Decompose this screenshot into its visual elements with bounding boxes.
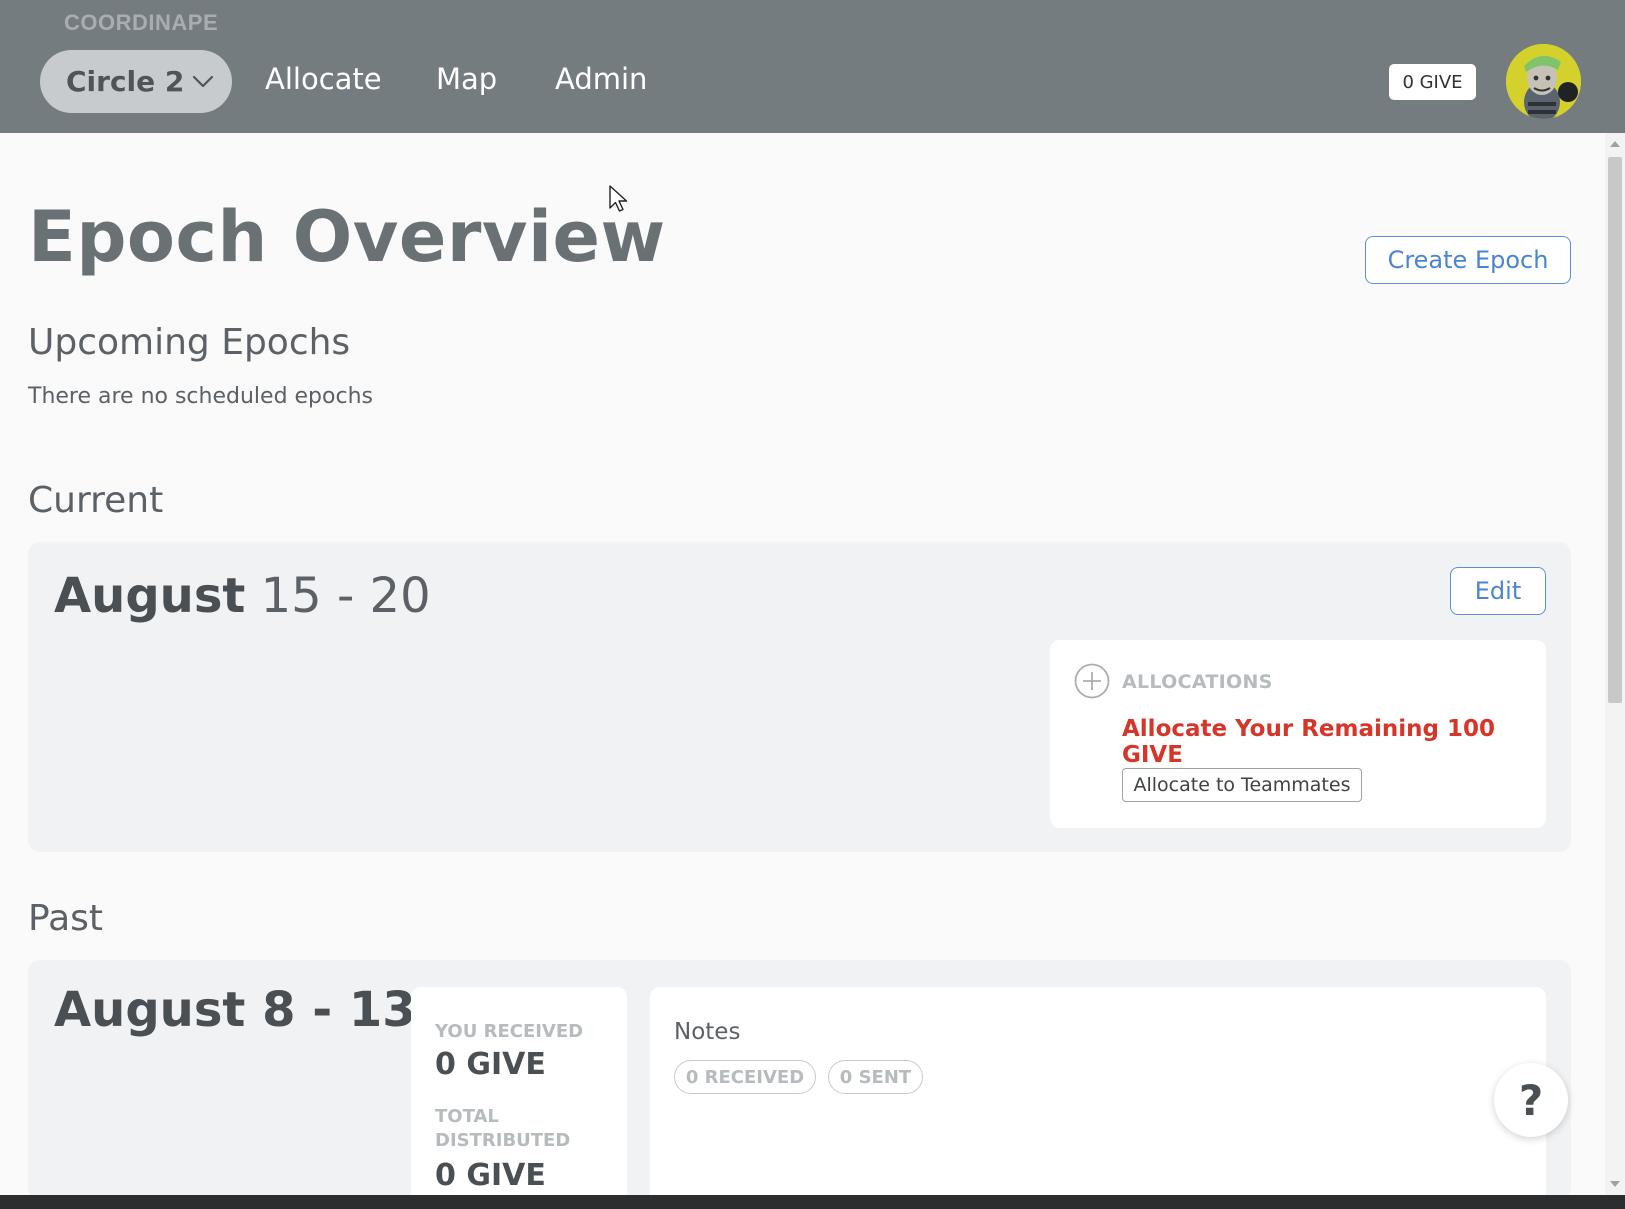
you-received-label: YOU RECEIVED [435, 1021, 584, 1042]
allocations-panel: ALLOCATIONS Allocate Your Remaining 100 … [1050, 640, 1546, 828]
taskbar-strip [0, 1195, 1625, 1209]
epoch-stats-panel: YOU RECEIVED 0 GIVE TOTAL DISTRIBUTED 0 … [411, 987, 627, 1200]
circle-selector[interactable]: Circle 2 [40, 50, 232, 113]
received-notes-pill[interactable]: 0 RECEIVED [674, 1060, 816, 1094]
chevron-down-icon [193, 75, 214, 87]
past-heading: Past [28, 898, 104, 939]
no-epochs-message: There are no scheduled epochs [28, 384, 373, 409]
current-epoch-card: August 15 - 20 Edit ALLOCATIONS Allocate… [28, 542, 1571, 852]
current-epoch-date: August 15 - 20 [54, 568, 431, 624]
avatar-image [1506, 44, 1581, 119]
sent-notes-pill[interactable]: 0 SENT [828, 1060, 923, 1094]
create-epoch-button[interactable]: Create Epoch [1365, 236, 1571, 284]
total-distributed-label-line2: DISTRIBUTED [435, 1130, 571, 1151]
current-epoch-month: August [54, 568, 246, 624]
page-title: Epoch Overview [28, 196, 666, 278]
top-nav-bar: COORDINAPE Circle 2 Allocate Map Admin 0… [0, 0, 1625, 133]
current-epoch-range: 15 - 20 [260, 568, 431, 624]
total-distributed-label-line1: TOTAL [435, 1106, 499, 1127]
past-epoch-range: 8 - 13 [262, 982, 416, 1038]
brand-logo[interactable]: COORDINAPE [64, 10, 218, 36]
upcoming-epochs-heading: Upcoming Epochs [28, 322, 351, 363]
scrollbar-thumb[interactable] [1608, 157, 1622, 703]
past-epoch-date: August 8 - 13 [54, 982, 416, 1038]
scroll-down-arrow-icon[interactable] [1609, 1179, 1621, 1189]
edit-epoch-button[interactable]: Edit [1450, 567, 1546, 615]
past-epoch-month: August [54, 982, 246, 1038]
notes-title: Notes [674, 1019, 741, 1045]
allocations-remaining-text: Allocate Your Remaining 100 GIVE [1122, 716, 1495, 768]
help-button[interactable]: ? [1494, 1063, 1568, 1137]
nav-map[interactable]: Map [436, 62, 497, 96]
plus-circle-icon [1074, 663, 1110, 699]
circle-selector-label: Circle 2 [66, 65, 185, 98]
nav-allocate[interactable]: Allocate [265, 62, 382, 96]
give-balance-badge[interactable]: 0 GIVE [1389, 64, 1476, 100]
notes-panel: Notes 0 RECEIVED 0 SENT [650, 987, 1546, 1200]
scroll-up-arrow-icon[interactable] [1609, 139, 1621, 149]
allocations-label: ALLOCATIONS [1122, 671, 1273, 693]
total-distributed-value: 0 GIVE [435, 1158, 546, 1193]
nav-admin[interactable]: Admin [555, 62, 647, 96]
current-heading: Current [28, 480, 164, 521]
you-received-value: 0 GIVE [435, 1047, 546, 1082]
allocate-to-teammates-button[interactable]: Allocate to Teammates [1122, 768, 1362, 802]
avatar[interactable] [1506, 44, 1581, 119]
mouse-cursor-icon [609, 185, 628, 212]
vertical-scrollbar[interactable] [1605, 133, 1625, 1195]
past-epoch-card: August 8 - 13 YOU RECEIVED 0 GIVE TOTAL … [28, 960, 1571, 1200]
